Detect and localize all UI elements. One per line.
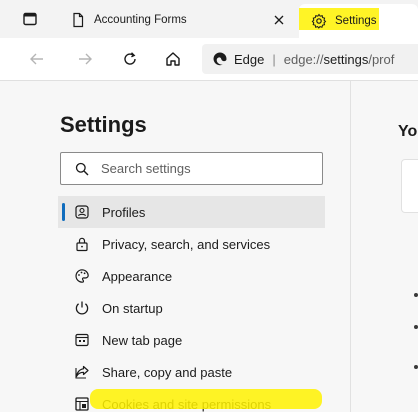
share-icon: [74, 364, 90, 380]
sidebar-item-label: On startup: [102, 300, 163, 316]
url-text: edge://settings/prof: [284, 52, 395, 67]
main-heading: Yo: [398, 123, 418, 140]
sidebar-item-profiles[interactable]: Profiles: [58, 196, 325, 228]
sidebar-item-label: Privacy, search, and services: [102, 236, 271, 252]
sidebar-item-label: Appearance: [102, 268, 173, 284]
forward-arrow-icon[interactable]: [76, 50, 94, 68]
url-bold: settings: [323, 51, 369, 67]
profile-card: [401, 159, 418, 213]
url-suffix: /prof: [368, 51, 395, 67]
tab-title: Accounting Forms: [94, 14, 187, 26]
browser-window: Accounting Forms Settings Edge | edge://…: [0, 0, 418, 412]
selected-indicator: [62, 203, 65, 221]
tab-strip: Accounting Forms Settings: [0, 0, 418, 38]
sidebar-item-on-startup[interactable]: On startup: [58, 292, 325, 324]
search-input[interactable]: [101, 161, 301, 176]
edge-logo-icon: [212, 51, 228, 67]
address-separator: |: [272, 51, 276, 67]
bullet-dot: [414, 365, 418, 369]
power-icon: [74, 300, 90, 316]
home-icon[interactable]: [164, 50, 182, 68]
close-icon[interactable]: [272, 13, 286, 27]
new-tab-icon: [74, 332, 90, 348]
profile-icon: [74, 204, 90, 220]
tab-accounting-forms[interactable]: Accounting Forms: [58, 6, 298, 34]
cookies-icon: [74, 396, 90, 412]
refresh-icon[interactable]: [121, 50, 139, 68]
sidebar-item-privacy[interactable]: Privacy, search, and services: [58, 228, 325, 260]
palette-icon: [74, 268, 90, 284]
bullet-dot: [414, 325, 418, 329]
tab-title: Settings: [335, 15, 377, 27]
search-box[interactable]: [60, 152, 323, 185]
gear-icon: [311, 13, 327, 29]
sidebar-item-new-tab-page[interactable]: New tab page: [58, 324, 325, 356]
sidebar-item-appearance[interactable]: Appearance: [58, 260, 325, 292]
page-title: Settings: [60, 112, 147, 137]
sidebar-item-label: Share, copy and paste: [102, 364, 233, 380]
back-arrow-icon[interactable]: [28, 50, 46, 68]
settings-nav: Profiles Privacy, search, and services A…: [58, 196, 325, 412]
highlight-marker: [90, 389, 322, 409]
tab-settings[interactable]: Settings: [299, 4, 418, 38]
search-icon: [75, 162, 89, 176]
settings-sidebar: Settings Search settings Profiles Privac…: [0, 81, 350, 412]
site-label: Edge: [234, 51, 265, 67]
address-bar[interactable]: Edge | edge://settings/prof: [202, 44, 418, 74]
bullet-dot: [414, 293, 418, 297]
sidebar-item-label: New tab page: [102, 332, 183, 348]
sidebar-item-label: Profiles: [102, 204, 146, 220]
settings-page: Settings Search settings Profiles Privac…: [0, 81, 418, 412]
tab-actions-icon[interactable]: [22, 11, 38, 27]
sidebar-item-share-copy-paste[interactable]: Share, copy and paste: [58, 356, 325, 388]
toolbar: Edge | edge://settings/prof: [0, 38, 418, 81]
url-prefix: edge://: [283, 51, 324, 67]
page-icon: [70, 12, 86, 28]
lock-icon: [74, 236, 90, 252]
main-panel: Yo: [351, 81, 418, 412]
